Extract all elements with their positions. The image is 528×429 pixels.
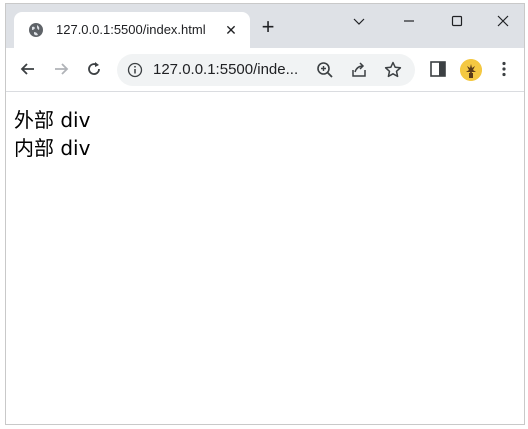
tab-title: 127.0.0.1:5500/index.html xyxy=(56,22,206,37)
toolbar: 127.0.0.1:5500/inde... xyxy=(6,48,524,92)
globe-icon xyxy=(28,22,44,38)
omnibox[interactable]: 127.0.0.1:5500/inde... xyxy=(117,54,415,86)
browser-window: 127.0.0.1:5500/index.html ✕ + 127.0.0.1:… xyxy=(5,3,525,425)
url-text[interactable]: 127.0.0.1:5500/inde... xyxy=(153,61,298,78)
new-tab-button[interactable]: + xyxy=(256,16,280,40)
star-icon[interactable] xyxy=(383,60,403,80)
more-vertical-icon[interactable] xyxy=(492,58,516,82)
zoom-icon[interactable] xyxy=(315,60,335,80)
outer-div-text: 外部 div xyxy=(14,108,91,132)
forward-arrow-icon[interactable] xyxy=(49,58,73,82)
side-panel-icon[interactable] xyxy=(426,58,450,82)
chevron-down-icon[interactable] xyxy=(336,9,382,35)
avatar[interactable] xyxy=(460,59,482,81)
tab-close-button[interactable]: ✕ xyxy=(222,21,240,39)
back-arrow-icon[interactable] xyxy=(16,58,40,82)
inner-div-text: 内部 div xyxy=(14,136,91,160)
reload-icon[interactable] xyxy=(82,58,106,82)
share-icon[interactable] xyxy=(349,60,369,80)
tab-strip: 127.0.0.1:5500/index.html ✕ + xyxy=(6,4,524,48)
maximize-icon[interactable] xyxy=(434,9,480,35)
page-content: 外部 div 内部 div xyxy=(6,92,524,424)
tab-active[interactable]: 127.0.0.1:5500/index.html ✕ xyxy=(14,12,250,48)
info-icon[interactable] xyxy=(127,62,143,78)
minimize-icon[interactable] xyxy=(386,9,432,35)
close-icon[interactable] xyxy=(480,9,524,35)
